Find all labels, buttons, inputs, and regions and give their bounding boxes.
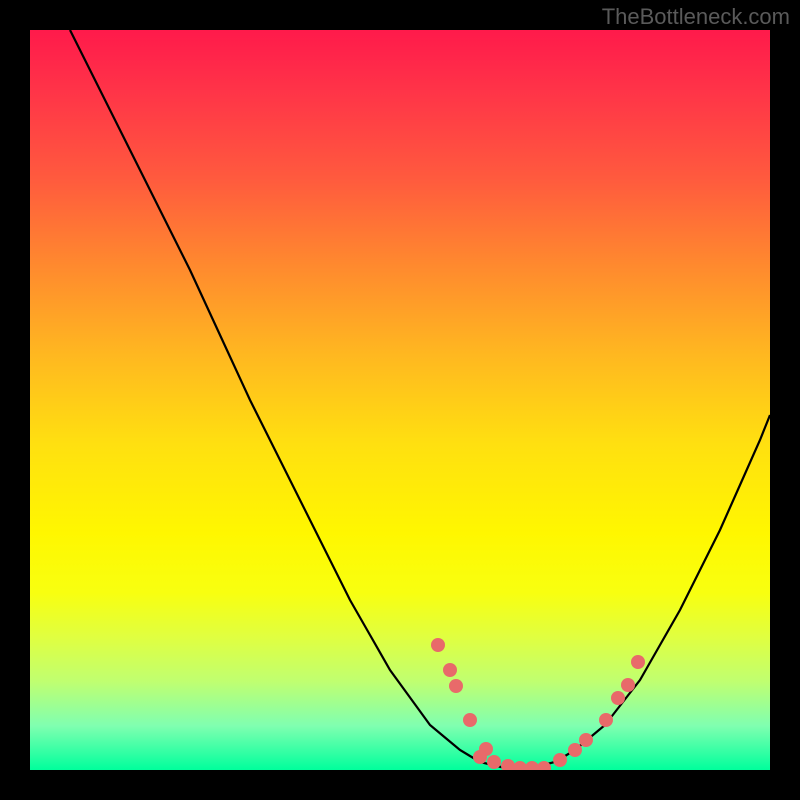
data-marker — [611, 691, 625, 705]
data-marker — [449, 679, 463, 693]
data-marker — [525, 761, 539, 770]
data-marker — [621, 678, 635, 692]
data-marker — [599, 713, 613, 727]
data-marker — [463, 713, 477, 727]
data-marker — [568, 743, 582, 757]
data-marker — [553, 753, 567, 767]
data-marker — [487, 755, 501, 769]
watermark-text: TheBottleneck.com — [602, 4, 790, 30]
data-marker — [579, 733, 593, 747]
plot-area — [30, 30, 770, 770]
data-marker — [513, 761, 527, 770]
data-marker — [431, 638, 445, 652]
bottleneck-curve — [70, 30, 770, 768]
data-markers — [431, 638, 645, 770]
data-marker — [473, 750, 487, 764]
chart-svg — [30, 30, 770, 770]
data-marker — [501, 759, 515, 770]
data-marker — [443, 663, 457, 677]
data-marker — [631, 655, 645, 669]
